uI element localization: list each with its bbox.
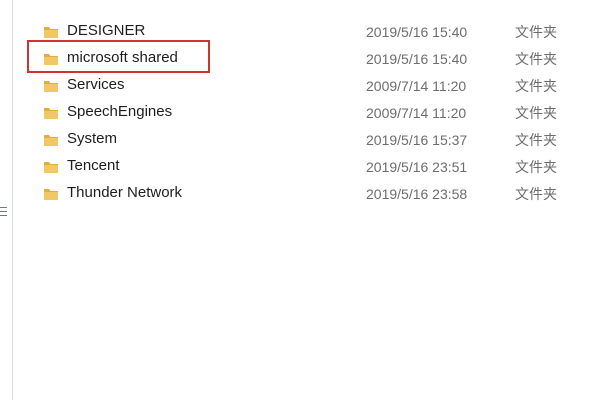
file-row[interactable]: Services 2009/7/14 11:20 文件夹 [13,72,600,99]
file-row[interactable]: DESIGNER 2019/5/16 15:40 文件夹 [13,18,600,45]
file-name: Services [67,76,125,93]
folder-icon [44,135,58,146]
file-row[interactable]: Thunder Network 2019/5/16 23:58 文件夹 [13,180,600,207]
navigation-pane[interactable] [0,0,12,400]
file-row[interactable]: System 2019/5/16 15:37 文件夹 [13,126,600,153]
file-date: 2019/5/16 15:37 [366,132,468,148]
folder-icon [44,108,58,119]
file-row[interactable]: microsoft shared 2019/5/16 15:40 文件夹 [13,45,600,72]
file-type: 文件夹 [515,159,557,175]
file-date: 2019/5/16 23:58 [366,186,468,202]
file-name: DESIGNER [67,22,146,39]
folder-icon [44,54,58,65]
file-type: 文件夹 [515,132,557,148]
pane-splitter-grip[interactable] [0,207,8,219]
file-type: 文件夹 [515,78,557,94]
file-row[interactable]: Tencent 2019/5/16 23:51 文件夹 [13,153,600,180]
file-type: 文件夹 [515,51,557,67]
folder-icon [44,189,58,200]
file-type: 文件夹 [515,24,557,40]
file-type: 文件夹 [515,105,557,121]
file-date: 2009/7/14 11:20 [366,78,467,94]
file-name: Thunder Network [67,184,183,201]
file-name: Tencent [67,157,120,174]
file-date: 2019/5/16 15:40 [366,51,468,67]
folder-icon [44,27,58,38]
file-date: 2019/5/16 23:51 [366,159,468,175]
file-row[interactable]: SpeechEngines 2009/7/14 11:20 文件夹 [13,99,600,126]
file-name: SpeechEngines [67,103,173,120]
folder-icon [44,162,58,173]
file-name: microsoft shared [67,49,178,66]
file-date: 2009/7/14 11:20 [366,105,467,121]
file-list: DESIGNER 2019/5/16 15:40 文件夹 microsoft s… [13,0,600,400]
folder-icon [44,81,58,92]
file-name: System [67,130,118,147]
file-date: 2019/5/16 15:40 [366,24,468,40]
file-type: 文件夹 [515,186,557,202]
